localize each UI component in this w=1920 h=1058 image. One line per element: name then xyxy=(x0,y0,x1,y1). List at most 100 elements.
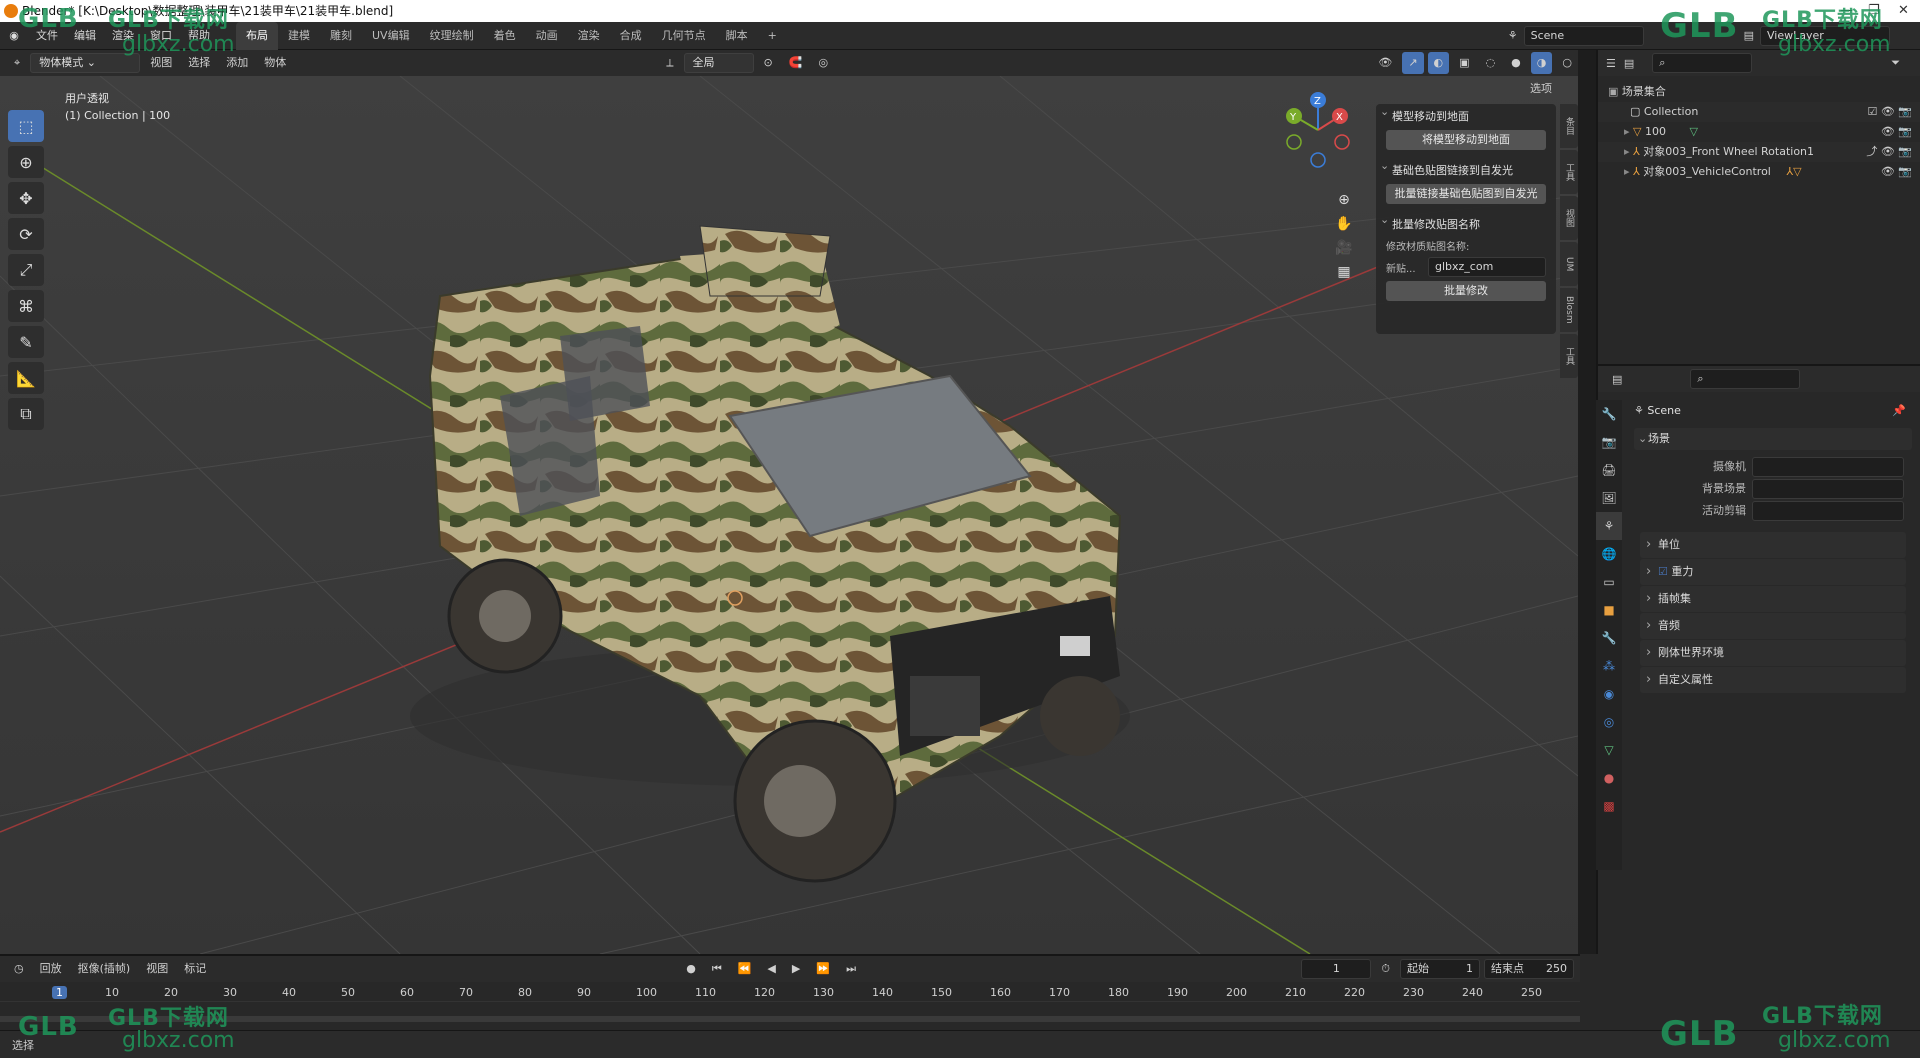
panel-custom-properties[interactable]: 自定义属性 xyxy=(1640,667,1906,693)
options-dropdown[interactable]: 选项 xyxy=(1530,80,1552,96)
tool-tab-icon[interactable]: 🔧 xyxy=(1596,400,1622,428)
constraints-tab-icon[interactable]: ◎ xyxy=(1596,708,1622,736)
tab-rendering[interactable]: 渲染 xyxy=(568,22,610,50)
outliner-scene-collection[interactable]: ▣ 场景集合 xyxy=(1598,82,1920,102)
tab-compositing[interactable]: 合成 xyxy=(610,22,652,50)
select-box-tool-icon[interactable]: ⬚ xyxy=(8,110,44,142)
panel-units[interactable]: 单位 xyxy=(1640,532,1906,558)
world-tab-icon[interactable]: 🌐 xyxy=(1596,540,1622,568)
panel-move-to-ground[interactable]: 模型移动到地面 xyxy=(1376,104,1556,126)
timeline-scrollbar[interactable] xyxy=(0,1016,1580,1022)
tab-um[interactable]: UM xyxy=(1560,242,1578,286)
outliner-row-vehicle-control[interactable]: ▸ ⅄ 对象003_VehicleControl ⅄▽ 👁 📷 xyxy=(1598,162,1920,182)
cursor-tool-icon[interactable]: ⊕ xyxy=(8,146,44,178)
physics-tab-icon[interactable]: ◉ xyxy=(1596,680,1622,708)
prev-key-icon[interactable]: ⏪ xyxy=(732,958,758,980)
scene-tab-icon[interactable]: ⚘ xyxy=(1596,512,1622,540)
clock-icon[interactable]: ⏱ xyxy=(1375,958,1396,980)
tab-tool[interactable]: 工具 xyxy=(1560,150,1578,194)
snap-icon[interactable]: 🧲 xyxy=(783,52,809,74)
viewport-3d[interactable]: 用户透视 (1) Collection | 100 Z X Y ⊕ ✋ 🎥 ▦ … xyxy=(0,76,1578,954)
shading-solid-icon[interactable]: ● xyxy=(1505,52,1527,74)
expand-arrow-icon[interactable]: ▸ xyxy=(1624,145,1630,158)
outliner-editor-icon[interactable]: ☰ xyxy=(1606,57,1616,70)
play-reverse-icon[interactable]: ◀ xyxy=(761,958,781,980)
outliner-row-front-wheel[interactable]: ▸ ⅄ 对象003_Front Wheel Rotation1 ⤴ 👁 📷 xyxy=(1598,142,1920,162)
pivot-icon[interactable]: ⊙ xyxy=(758,52,779,74)
tab-tool-2[interactable]: 工具 xyxy=(1560,334,1578,378)
properties-editor-icon[interactable]: ▤ xyxy=(1612,373,1622,386)
current-frame-field[interactable]: 1 xyxy=(1301,959,1372,979)
expand-arrow-icon[interactable]: ▸ xyxy=(1624,125,1630,138)
visibility-icons[interactable]: ⤴ 👁 📷 xyxy=(1866,142,1912,162)
timeline-view-menu[interactable]: 视图 xyxy=(140,958,174,980)
expand-arrow-icon[interactable]: ▸ xyxy=(1624,165,1630,178)
batch-rename-button[interactable]: 批量修改 xyxy=(1386,281,1546,301)
collection-tab-icon[interactable]: ▭ xyxy=(1596,568,1622,596)
display-mode-icon[interactable]: ▤ xyxy=(1624,57,1634,70)
proportional-edit-icon[interactable]: ◎ xyxy=(812,52,834,74)
frame-ruler[interactable]: 1 10 20 30 40 50 60 70 80 90 100 110 120 130 140 150 160… xyxy=(0,982,1580,1002)
next-key-icon[interactable]: ⏩ xyxy=(810,958,836,980)
jump-start-icon[interactable]: ⏮ xyxy=(706,958,728,980)
link-emission-button[interactable]: 批量链接基础色贴图到自发光 xyxy=(1386,184,1546,204)
close-button[interactable]: ✕ xyxy=(1898,0,1909,22)
pan-hand-icon[interactable]: ✋ xyxy=(1335,216,1352,232)
outliner-row-100[interactable]: ▸ ▽ 100 ▽ 👁 📷 xyxy=(1598,122,1920,142)
add-workspace-button[interactable]: + xyxy=(758,22,787,50)
new-name-input[interactable]: glbxz_com xyxy=(1428,257,1546,277)
visibility-icons[interactable]: ☑ 👁 📷 xyxy=(1867,102,1912,122)
panel-rename-textures[interactable]: 批量修改贴图名称 xyxy=(1376,212,1556,234)
xray-icon[interactable]: ▣ xyxy=(1453,52,1475,74)
tab-uv-editing[interactable]: UV编辑 xyxy=(362,22,420,50)
camera-view-icon[interactable]: 🎥 xyxy=(1335,240,1352,256)
tab-geometry-nodes[interactable]: 几何节点 xyxy=(652,22,716,50)
render-tab-icon[interactable]: 📷 xyxy=(1596,428,1622,456)
modifier-tab-icon[interactable]: 🔧 xyxy=(1596,624,1622,652)
move-tool-icon[interactable]: ✥ xyxy=(8,182,44,214)
menu-object[interactable]: 物体 xyxy=(258,52,292,74)
panel-link-emission[interactable]: 基础色贴图链接到自发光 xyxy=(1376,158,1556,180)
panel-scene[interactable]: ⌄ 场景 xyxy=(1634,428,1912,450)
shading-wireframe-icon[interactable]: ◌ xyxy=(1480,52,1502,74)
visibility-icon[interactable]: 👁 xyxy=(1372,52,1398,74)
outliner-search-input[interactable]: ⌕ xyxy=(1652,53,1753,73)
tab-view[interactable]: 视图 xyxy=(1560,196,1578,240)
move-to-ground-button[interactable]: 将模型移动到地面 xyxy=(1386,130,1546,150)
view-layer-tab-icon[interactable]: 🖼 xyxy=(1596,484,1622,512)
particles-tab-icon[interactable]: ⁂ xyxy=(1596,652,1622,680)
editor-type-icon[interactable]: ⌖ xyxy=(8,52,26,74)
zoom-icon[interactable]: ⊕ xyxy=(1338,192,1350,208)
add-cube-tool-icon[interactable]: ⧉ xyxy=(8,398,44,430)
overlay-toggle-icon[interactable]: ◐ xyxy=(1427,52,1450,74)
visibility-icons[interactable]: 👁 📷 xyxy=(1881,162,1912,182)
timeline[interactable]: 1 10 20 30 40 50 60 70 80 90 100 110 120 130 140 150 160… xyxy=(0,982,1580,1030)
scale-tool-icon[interactable]: ⤢ xyxy=(8,254,44,286)
material-tab-icon[interactable]: ● xyxy=(1596,764,1622,792)
tab-blosm[interactable]: Blosm xyxy=(1560,288,1578,332)
transform-orientation-dropdown[interactable]: 全局 xyxy=(683,53,754,73)
filter-icon[interactable]: ⏷ xyxy=(1891,56,1900,70)
measure-tool-icon[interactable]: 📐 xyxy=(8,362,44,394)
outliner-row-collection[interactable]: ▢ Collection ☑ 👁 📷 xyxy=(1598,102,1920,122)
navigation-gizmo[interactable]: Z X Y xyxy=(1278,90,1358,170)
object-tab-icon[interactable]: ■ xyxy=(1596,596,1622,624)
tab-shading[interactable]: 着色 xyxy=(484,22,526,50)
active-clip-field[interactable] xyxy=(1752,501,1904,521)
properties-search-input[interactable]: ⌕ xyxy=(1690,369,1801,389)
record-icon[interactable]: ● xyxy=(680,958,702,980)
gravity-checkbox[interactable]: ☑ xyxy=(1658,565,1668,578)
background-scene-field[interactable] xyxy=(1752,479,1904,499)
tab-animation[interactable]: 动画 xyxy=(526,22,568,50)
start-frame-field[interactable]: 起始 1 xyxy=(1400,959,1480,979)
tab-sculpting[interactable]: 雕刻 xyxy=(320,22,362,50)
shading-material-icon[interactable]: ◑ xyxy=(1530,52,1553,74)
tab-modeling[interactable]: 建模 xyxy=(278,22,320,50)
panel-gravity[interactable]: ☑ 重力 xyxy=(1640,559,1906,585)
tab-texture-paint[interactable]: 纹理绘制 xyxy=(420,22,484,50)
pin-icon[interactable]: 📌 xyxy=(1892,400,1906,422)
timeline-editor-icon[interactable]: ◷ xyxy=(8,958,30,980)
play-icon[interactable]: ▶ xyxy=(786,958,806,980)
annotate-tool-icon[interactable]: ✎ xyxy=(8,326,44,358)
playback-menu[interactable]: 回放 xyxy=(34,958,68,980)
